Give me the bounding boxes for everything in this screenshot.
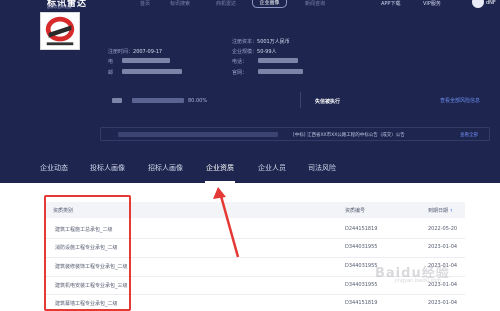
divider bbox=[300, 92, 301, 108]
tab-personnel[interactable]: 企业人员 bbox=[258, 163, 286, 173]
more-risk-link[interactable]: 查看全部风险信息 bbox=[440, 97, 480, 104]
established-value: 2007-09-17 bbox=[133, 49, 163, 55]
qualification-expiry: 2023-01-04 bbox=[428, 244, 458, 250]
established-label: 注册时间： bbox=[108, 49, 134, 55]
masked-phone-right bbox=[258, 58, 298, 63]
nav-company-profile[interactable]: 企业画像 bbox=[252, 0, 287, 8]
tab-legal-risk[interactable]: 司法风险 bbox=[308, 163, 336, 173]
masked-website bbox=[258, 69, 303, 74]
qualification-code: D344031955 bbox=[345, 282, 378, 288]
established-date: 注册时间：2007-09-17 bbox=[108, 48, 162, 55]
masked-kpi-bar bbox=[132, 98, 184, 103]
watermark-sub: jingyan.baidu.com bbox=[395, 278, 442, 284]
company-logo bbox=[40, 12, 80, 50]
tab-tenderer-profile[interactable]: 招标人画像 bbox=[148, 163, 183, 173]
registered-capital-value: 5001万人民币 bbox=[257, 39, 290, 45]
qualification-code: D344151819 bbox=[345, 300, 378, 306]
user-name[interactable]: dNF bbox=[486, 0, 496, 6]
nav-opportunity-radar[interactable]: 商机雷达 bbox=[216, 0, 236, 8]
nav-bid-search[interactable]: 标讯搜索 bbox=[170, 0, 190, 8]
registered-capital-label: 注册资本： bbox=[232, 39, 258, 45]
qualification-code: D344031955 bbox=[345, 263, 378, 269]
website-label: 官网： bbox=[232, 70, 248, 76]
company-scale-label: 企业规模： bbox=[232, 49, 258, 55]
profile-tabs bbox=[0, 156, 500, 183]
tab-qualifications[interactable]: 企业资质 bbox=[206, 163, 234, 173]
email-label: 邮 bbox=[108, 70, 114, 76]
phone-label: 电 bbox=[108, 59, 114, 65]
active-tab-underline bbox=[205, 181, 235, 183]
company-header: 标讯雷达 招标项目早知道 首页 标讯搜索 商机雷达 企业画像 新闻咨询 APP下… bbox=[0, 0, 500, 183]
sort-icon[interactable]: ↑ bbox=[450, 208, 453, 213]
column-header-code: 资质编号 bbox=[345, 208, 366, 214]
column-header-expiry[interactable]: 到期日期 ↑ bbox=[428, 207, 453, 214]
masked-phone bbox=[122, 58, 170, 63]
brand-logo[interactable]: 标讯雷达 招标项目早知道 bbox=[47, 0, 105, 10]
company-scale-value: 50-99人 bbox=[257, 49, 277, 55]
qualification-expiry: 2022-05-20 bbox=[428, 226, 458, 232]
notice-text[interactable]: [中标] 江西省XX市XX公路工程的中标公告（成交）公告 bbox=[293, 132, 405, 138]
kpi-percent: 80.00% bbox=[188, 98, 208, 104]
nav-news[interactable]: 新闻咨询 bbox=[305, 0, 325, 8]
user-avatar[interactable] bbox=[472, 0, 484, 8]
tab-company-dynamics[interactable]: 企业动态 bbox=[40, 163, 68, 173]
tab-bidder-profile[interactable]: 投标人画像 bbox=[90, 163, 125, 173]
registered-capital: 注册资本：5001万人民币 bbox=[232, 38, 290, 45]
masked-notice bbox=[118, 132, 278, 137]
vip-service-link[interactable]: VIP服务 bbox=[423, 0, 441, 7]
masked-email bbox=[122, 69, 182, 74]
qualification-expiry: 2023-01-04 bbox=[428, 300, 458, 306]
company-scale: 企业规模：50-99人 bbox=[232, 48, 277, 55]
qualification-code: D244151819 bbox=[345, 226, 378, 232]
column-header-expiry-label: 到期日期 bbox=[428, 208, 449, 214]
nav-home[interactable]: 首页 bbox=[140, 0, 150, 8]
risk-label: 失信被执行 bbox=[315, 99, 341, 105]
masked-kpi-icon bbox=[112, 98, 122, 103]
notice-more-link[interactable]: 查看全部 bbox=[460, 132, 478, 138]
highlight-box bbox=[44, 195, 131, 311]
qualification-code: D344031955 bbox=[345, 244, 378, 250]
app-download-link[interactable]: APP下载 bbox=[381, 0, 400, 7]
phone-label-right: 电话： bbox=[232, 59, 248, 65]
brand-tagline: 招标项目早知道 bbox=[47, 5, 72, 9]
top-navigation-bar: 标讯雷达 招标项目早知道 首页 标讯搜索 商机雷达 企业画像 新闻咨询 APP下… bbox=[0, 0, 500, 10]
